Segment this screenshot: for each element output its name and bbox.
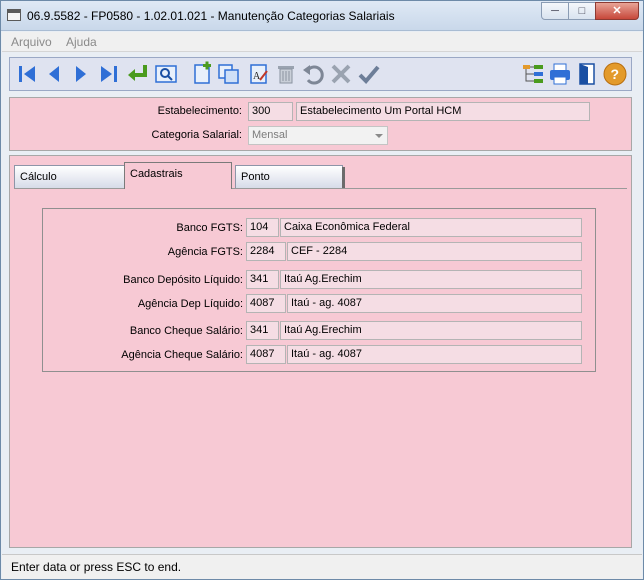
first-record-icon xyxy=(19,66,35,82)
banco-cheque-salario-name-field: Itaú Ag.Erechim xyxy=(280,321,582,340)
go-to-arrow-icon xyxy=(128,65,147,81)
copy-record-button[interactable] xyxy=(216,61,242,87)
header-panel: Estabelecimento: 300 Estabelecimento Um … xyxy=(9,97,632,151)
banco-fgts-label: Banco FGTS: xyxy=(176,222,243,234)
close-button[interactable]: ✕ xyxy=(595,2,639,20)
checkmark-icon xyxy=(358,65,380,84)
banco-deposito-liquido-code-field[interactable]: 341 xyxy=(246,270,279,289)
agencia-fgts-code-field[interactable]: 2284 xyxy=(246,242,286,261)
help-question-icon: ? xyxy=(603,62,627,86)
first-record-button[interactable] xyxy=(14,61,40,87)
copy-record-icon xyxy=(218,64,239,84)
edit-record-button[interactable]: A xyxy=(246,61,272,87)
agencia-fgts-name-field: CEF - 2284 xyxy=(287,242,582,261)
estabelecimento-label: Estabelecimento: xyxy=(157,105,242,117)
bank-info-group: Banco FGTS: 104 Caixa Econômica Federal … xyxy=(42,208,596,372)
title-bar: 06.9.5582 - FP0580 - 1.02.01.021 - Manut… xyxy=(1,1,643,31)
agencia-cheque-salario-name-field: Itaú - ag. 4087 xyxy=(287,345,582,364)
go-to-button[interactable] xyxy=(125,61,151,87)
toolbar: A ? xyxy=(9,57,632,91)
hierarchy-button[interactable] xyxy=(520,61,546,87)
previous-record-icon xyxy=(49,66,59,82)
print-button[interactable] xyxy=(547,61,573,87)
agencia-cheque-salario-label: Agência Cheque Salário: xyxy=(121,349,243,361)
next-record-button[interactable] xyxy=(68,61,94,87)
search-icon xyxy=(155,65,177,83)
delete-record-button[interactable] xyxy=(273,61,299,87)
minimize-button[interactable]: ─ xyxy=(541,2,569,20)
help-button[interactable]: ? xyxy=(602,61,628,87)
menu-bar: Arquivo Ajuda xyxy=(2,32,642,52)
maximize-button[interactable]: □ xyxy=(568,2,596,20)
banco-fgts-name-field: Caixa Econômica Federal xyxy=(280,218,582,237)
cancel-x-icon xyxy=(331,64,351,84)
agencia-fgts-label: Agência FGTS: xyxy=(167,246,243,258)
exit-door-icon xyxy=(579,63,595,85)
tab-cadastrais[interactable]: Cadastrais xyxy=(124,162,232,189)
printer-icon xyxy=(550,63,570,85)
banco-cheque-salario-label: Banco Cheque Salário: xyxy=(129,325,243,337)
tab-calculo[interactable]: Cálculo xyxy=(14,165,127,189)
menu-arquivo[interactable]: Arquivo xyxy=(11,35,52,49)
status-bar: Enter data or press ESC to end. xyxy=(2,554,642,579)
banco-cheque-salario-code-field[interactable]: 341 xyxy=(246,321,279,340)
svg-text:?: ? xyxy=(611,66,620,82)
search-button[interactable] xyxy=(153,61,179,87)
add-record-icon xyxy=(194,61,211,84)
last-record-icon xyxy=(101,66,117,82)
categoria-salarial-label: Categoria Salarial: xyxy=(151,129,243,141)
exit-button[interactable] xyxy=(574,61,600,87)
save-button[interactable] xyxy=(356,61,382,87)
add-record-button[interactable] xyxy=(189,61,215,87)
banco-deposito-liquido-name-field: Itaú Ag.Erechim xyxy=(280,270,582,289)
svg-text:A: A xyxy=(253,71,261,82)
agencia-dep-liquido-code-field[interactable]: 4087 xyxy=(246,294,286,313)
estabelecimento-name-field: Estabelecimento Um Portal HCM xyxy=(296,102,590,121)
application-icon xyxy=(7,9,21,21)
application-window: 06.9.5582 - FP0580 - 1.02.01.021 - Manut… xyxy=(0,0,644,580)
undo-button[interactable] xyxy=(300,61,326,87)
banco-deposito-liquido-label: Banco Depósito Líquido: xyxy=(123,274,243,286)
estabelecimento-code-field[interactable]: 300 xyxy=(248,102,293,121)
trash-icon xyxy=(278,66,294,84)
categoria-salarial-select[interactable]: Mensal xyxy=(248,126,388,145)
chevron-down-icon xyxy=(375,134,383,138)
window-title: 06.9.5582 - FP0580 - 1.02.01.021 - Manut… xyxy=(27,9,395,23)
undo-icon xyxy=(303,65,324,85)
banco-fgts-code-field[interactable]: 104 xyxy=(246,218,279,237)
menu-ajuda[interactable]: Ajuda xyxy=(66,35,97,49)
agencia-dep-liquido-label: Agência Dep Líquido: xyxy=(137,298,243,310)
agencia-cheque-salario-code-field[interactable]: 4087 xyxy=(246,345,286,364)
main-panel: Cálculo Ponto Cadastrais Banco FGTS: 104… xyxy=(9,155,632,548)
cancel-button[interactable] xyxy=(328,61,354,87)
last-record-button[interactable] xyxy=(96,61,122,87)
hierarchy-tree-icon xyxy=(523,65,543,83)
agencia-dep-liquido-name-field: Itaú - ag. 4087 xyxy=(287,294,582,313)
tab-content-border xyxy=(14,188,627,189)
previous-record-button[interactable] xyxy=(41,61,67,87)
categoria-salarial-value: Mensal xyxy=(252,129,288,141)
edit-record-icon: A xyxy=(250,64,268,84)
next-record-icon xyxy=(76,66,86,82)
tab-ponto[interactable]: Ponto xyxy=(235,165,345,189)
